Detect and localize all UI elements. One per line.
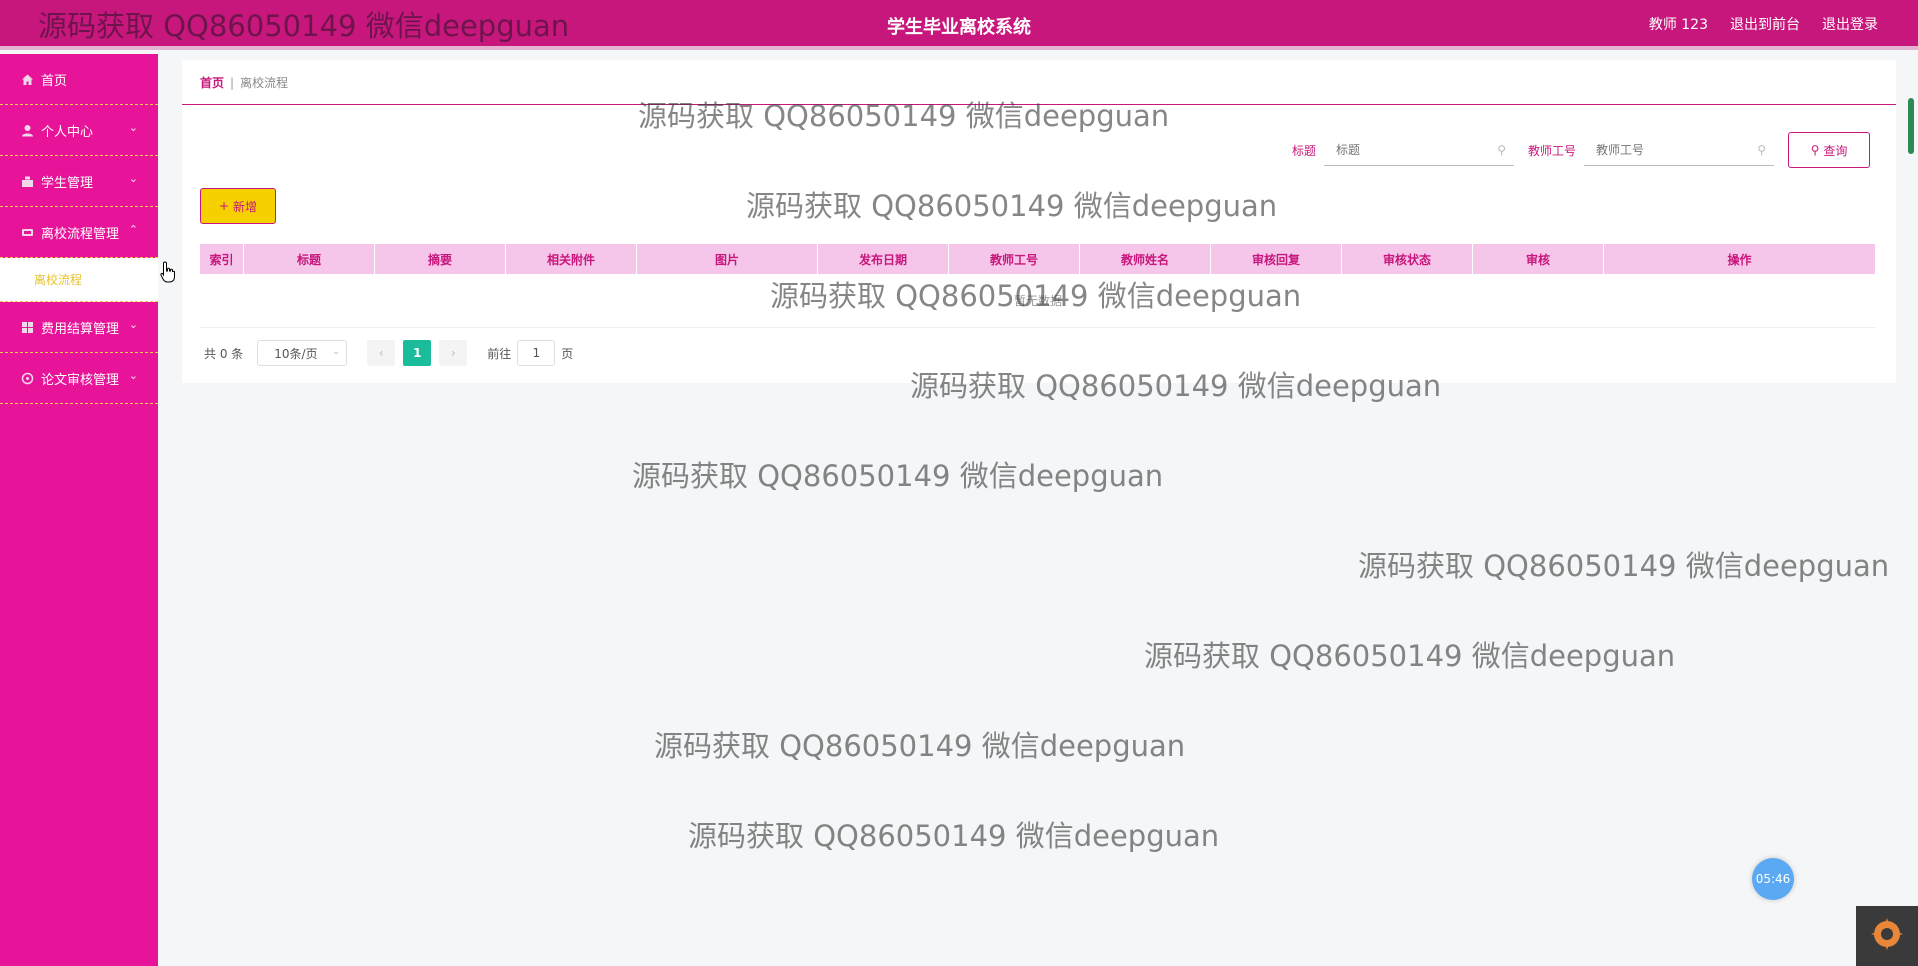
query-button-label: 查询	[1823, 143, 1848, 158]
table-header: 索引 标题 摘要 相关附件 图片 发布日期 教师工号 教师姓名 审核回复 审核状…	[200, 244, 1876, 274]
plus-icon: +	[218, 199, 230, 213]
breadcrumb-divider	[182, 104, 1896, 105]
grid-icon	[20, 320, 34, 334]
search-icon: ⚲	[1810, 143, 1820, 157]
chevron-down-icon: ⌄	[128, 318, 138, 331]
sidebar-item-label: 论文审核管理	[41, 372, 120, 388]
column-header: 图片	[637, 244, 818, 274]
app-title: 学生毕业离校系统	[887, 17, 1031, 38]
floating-widget[interactable]	[1856, 906, 1918, 966]
chevron-down-icon: ⌄	[128, 121, 138, 134]
teacher-id-search-field[interactable]: ⚲	[1584, 134, 1774, 166]
column-header: 审核状态	[1342, 244, 1473, 274]
gear-icon	[1868, 915, 1906, 957]
column-header: 索引	[200, 244, 244, 274]
sidebar-item-thesis[interactable]: 论文审核管理 ⌄	[0, 353, 158, 404]
sidebar-item-label: 学生管理	[41, 175, 94, 191]
next-page-button[interactable]: ›	[439, 340, 468, 366]
title-input[interactable]	[1335, 142, 1486, 157]
page-number-button[interactable]: 1	[403, 340, 432, 366]
data-table: 索引 标题 摘要 相关附件 图片 发布日期 教师工号 教师姓名 审核回复 审核状…	[200, 244, 1876, 328]
column-header: 教师姓名	[1080, 244, 1211, 274]
clock-badge[interactable]: 05:46	[1752, 858, 1794, 900]
column-header: 发布日期	[818, 244, 949, 274]
current-user: 教师 123	[1648, 17, 1708, 33]
sidebar-item-students[interactable]: 学生管理 ⌄	[0, 156, 158, 207]
sidebar-item-label: 离校流程管理	[41, 226, 120, 242]
scrollbar-thumb[interactable]	[1908, 98, 1914, 154]
sidebar-item-fees[interactable]: 费用结算管理 ⌄	[0, 302, 158, 353]
page-size-select[interactable]: 10条/页 ⌄	[257, 340, 348, 366]
logout-link[interactable]: 退出登录	[1822, 14, 1878, 34]
chevron-down-icon: ⌄	[128, 172, 138, 185]
teacher-id-label: 教师工号	[1527, 143, 1576, 158]
chevron-down-icon: ⌄	[128, 369, 138, 382]
exit-to-front-link[interactable]: 退出到前台	[1730, 14, 1800, 34]
sidebar-item-label: 首页	[41, 73, 68, 89]
sidebar-subitem-leave-flow[interactable]: 离校流程	[0, 258, 158, 302]
user-icon	[20, 123, 34, 137]
chevron-right-icon: ›	[450, 346, 456, 360]
title-search-field[interactable]: ⚲	[1323, 134, 1514, 166]
watermark-text: 源码获取 QQ86050149 微信deepguan	[1144, 639, 1676, 673]
sidebar-item-leave-flow[interactable]: 离校流程管理 ⌃	[0, 207, 158, 258]
sidebar-item-label: 费用结算管理	[41, 321, 120, 337]
column-header: 相关附件	[506, 244, 637, 274]
watermark-text: 源码获取 QQ86050149 微信deepguan	[1358, 549, 1890, 583]
column-header: 操作	[1604, 244, 1876, 274]
page-size-value: 10条/页	[274, 346, 318, 361]
goto-label: 前往	[487, 346, 512, 361]
search-icon: ⚲	[1497, 143, 1506, 157]
total-count: 共 0 条	[204, 346, 244, 361]
pagination: 共 0 条 10条/页 ⌄ ‹ 1 › 前往 1 页	[204, 340, 573, 366]
header-actions: 教师 123 退出到前台 退出登录	[1649, 14, 1878, 34]
main-panel: 首页 | 离校流程 标题 ⚲ 教师工号 ⚲ ⚲ 查询 + 新增 索引 标题 摘要…	[182, 60, 1896, 383]
top-header: 学生毕业离校系统 教师 123 退出到前台 退出登录	[0, 0, 1918, 50]
breadcrumb-separator: |	[230, 75, 235, 90]
watermark-text: 源码获取 QQ86050149 微信deepguan	[632, 459, 1164, 493]
sidebar-item-home[interactable]: 首页	[0, 54, 158, 105]
page-suffix: 页	[561, 346, 574, 361]
watermark-text: 源码获取 QQ86050149 微信deepguan	[654, 729, 1186, 763]
teacher-id-input[interactable]	[1596, 142, 1746, 157]
breadcrumb: 首页 | 离校流程	[200, 74, 288, 91]
goto-page-input[interactable]: 1	[517, 340, 556, 366]
column-header: 摘要	[375, 244, 506, 274]
title-label: 标题	[1291, 143, 1316, 158]
breadcrumb-current: 离校流程	[240, 76, 289, 90]
column-header: 审核	[1473, 244, 1604, 274]
sidebar-item-label: 个人中心	[41, 124, 94, 140]
chevron-up-icon: ⌃	[128, 223, 138, 236]
sidebar-item-profile[interactable]: 个人中心 ⌄	[0, 105, 158, 156]
empty-table-message: 暂无数据	[200, 274, 1876, 328]
paper-icon	[20, 371, 34, 385]
flow-icon	[20, 225, 34, 239]
watermark-text: 源码获取 QQ86050149 微信deepguan	[688, 819, 1220, 853]
column-header: 标题	[244, 244, 375, 274]
query-button[interactable]: ⚲ 查询	[1788, 132, 1870, 168]
breadcrumb-home[interactable]: 首页	[200, 74, 224, 91]
mouse-cursor-icon	[160, 261, 176, 283]
chevron-left-icon: ‹	[378, 346, 384, 360]
student-icon	[20, 174, 34, 188]
home-icon	[20, 72, 34, 86]
column-header: 审核回复	[1211, 244, 1342, 274]
sidebar: 首页 个人中心 ⌄ 学生管理 ⌄ 离校流程管理 ⌃ 离校流程 费用结算管理 ⌄ …	[0, 54, 158, 966]
search-bar: 标题 ⚲ 教师工号 ⚲ ⚲ 查询	[1292, 132, 1870, 168]
column-header: 教师工号	[949, 244, 1080, 274]
goto-page: 前往 1 页	[487, 340, 573, 366]
add-button-label: 新增	[233, 199, 258, 214]
search-icon: ⚲	[1757, 143, 1766, 157]
prev-page-button[interactable]: ‹	[367, 340, 396, 366]
chevron-down-icon: ⌄	[331, 346, 341, 357]
add-button[interactable]: + 新增	[200, 188, 276, 224]
